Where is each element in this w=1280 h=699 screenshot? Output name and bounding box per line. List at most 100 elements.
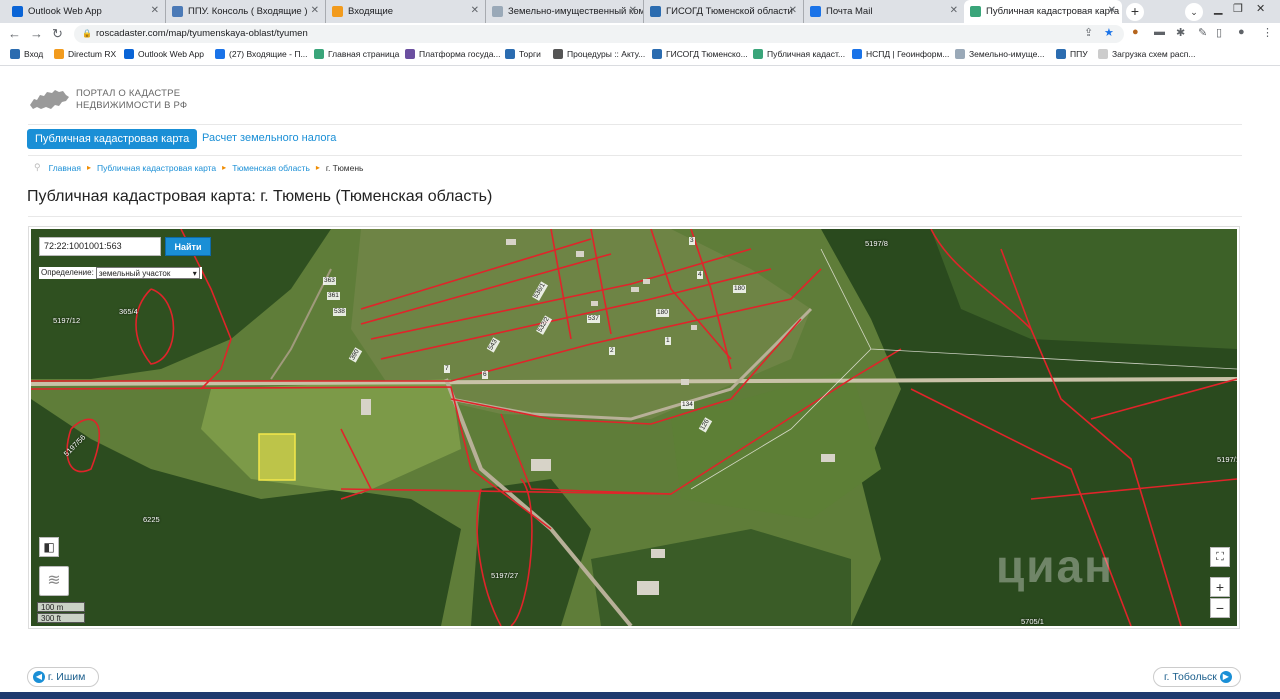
breadcrumb-arrow-icon: ▸ (86, 163, 91, 172)
bookmark[interactable]: ППУ (1056, 49, 1088, 59)
parcel-number[interactable]: 3 (689, 237, 695, 245)
zone-label: 6225 (143, 515, 160, 524)
bookmark-label: Публичная кадаст... (767, 49, 846, 59)
cadastral-map[interactable]: 5197/8 5197/12 365/4 5197/56 6225 5197/2… (31, 229, 1237, 626)
map-container: 5197/8 5197/12 365/4 5197/56 6225 5197/2… (28, 226, 1240, 629)
tab-title: Outlook Web App (28, 6, 102, 17)
minimize-icon[interactable]: ▁ (1214, 2, 1222, 15)
search-button[interactable]: Найти (165, 237, 211, 256)
back-icon[interactable]: ← (8, 25, 21, 43)
star-icon[interactable]: ★ (1104, 26, 1114, 39)
map-frame-button[interactable]: ◧ (39, 537, 59, 557)
restore-icon[interactable]: ❐ (1233, 2, 1243, 15)
layers-button[interactable]: ≋ (39, 566, 69, 596)
close-icon[interactable]: ✕ (629, 5, 637, 16)
definition-select[interactable]: земельный участок (95, 267, 200, 280)
url-text: roscadaster.com/map/tyumenskaya-oblast/t… (96, 28, 308, 39)
tab-land-committee[interactable]: Земельно-имущественный ком ✕ (486, 0, 644, 23)
close-icon[interactable]: ✕ (1108, 5, 1116, 16)
parcel-number[interactable]: 4 (697, 271, 703, 279)
nav-cadastral-map-button[interactable]: Публичная кадастровая карта (27, 129, 198, 149)
bookmark-label: ППУ (1070, 49, 1088, 59)
new-tab-button[interactable]: + (1126, 3, 1144, 21)
extension-icon[interactable]: ● (1132, 26, 1139, 38)
bookmark[interactable]: Outlook Web App (124, 49, 204, 59)
puzzle-icon[interactable]: ✱ (1176, 26, 1185, 39)
close-window-icon[interactable]: ✕ (1256, 2, 1265, 15)
logo-line: НЕДВИЖИМОСТИ В РФ (76, 100, 188, 111)
parcel-number[interactable]: 180 (733, 285, 746, 293)
bookmark-icon (955, 49, 965, 59)
zoom-out-button[interactable]: − (1210, 598, 1230, 618)
parcel-number[interactable]: 180 (656, 309, 669, 317)
location-pin-icon: ⚲ (34, 162, 41, 172)
zoom-in-button[interactable]: + (1210, 577, 1230, 597)
extension-icon-2[interactable]: ▬ (1154, 26, 1165, 38)
parcel-number[interactable]: 361 (327, 292, 340, 300)
bookmark[interactable]: Вход (10, 49, 43, 59)
tab-title: Почта Mail (826, 6, 873, 17)
selected-parcel[interactable] (258, 433, 296, 481)
next-city-link[interactable]: г. Тобольск ▶ (1153, 667, 1241, 687)
bookmark[interactable]: Земельно-имуще... (955, 49, 1044, 59)
menu-icon[interactable]: ⋮ (1262, 26, 1273, 39)
bookmark[interactable]: Публичная кадаст... (753, 49, 845, 59)
parcel-number[interactable]: 134 (681, 401, 694, 409)
tab-outlook[interactable]: Outlook Web App ✕ (6, 0, 166, 23)
zone-label: 5705/1 (1021, 617, 1044, 626)
land-icon (492, 6, 503, 17)
bookmark[interactable]: Directum RX (54, 49, 116, 59)
prev-city-link[interactable]: ◀ г. Ишим (27, 667, 99, 687)
bookmark[interactable]: Торги (505, 49, 541, 59)
divider (28, 155, 1242, 156)
nav-land-tax-link[interactable]: Расчет земельного налога (202, 132, 336, 144)
bookmark-label: Вход (24, 49, 44, 59)
parcel-number[interactable]: 6 (482, 371, 488, 379)
tab-cadastral-map[interactable]: Публичная кадастровая карта ✕ (964, 0, 1122, 23)
bookmark-icon (10, 49, 20, 59)
bookmark[interactable]: Загрузка схем расп... (1098, 49, 1195, 59)
breadcrumb-home[interactable]: Главная (49, 163, 81, 173)
close-icon[interactable]: ✕ (789, 5, 797, 16)
tab-ppu[interactable]: ППУ. Консоль ( Входящие ) ✕ (166, 0, 326, 23)
forward-icon[interactable]: → (30, 25, 43, 43)
fullscreen-icon: ⛶ (1216, 551, 1224, 563)
tab-title: ППУ. Консоль ( Входящие ) (188, 6, 308, 17)
profile-icon[interactable]: ● (1238, 26, 1245, 38)
bookmark-icon (54, 49, 64, 59)
close-icon[interactable]: ✕ (471, 5, 479, 16)
close-icon[interactable]: ✕ (151, 5, 159, 16)
close-icon[interactable]: ✕ (311, 5, 319, 16)
tab-gisogd[interactable]: ГИСОГД Тюменской области ✕ (644, 0, 804, 23)
bookmark-icon (753, 49, 763, 59)
share-icon[interactable]: ⇪ (1084, 26, 1093, 39)
tab-mail[interactable]: Почта Mail ✕ (804, 0, 964, 23)
frame-icon: ◧ (43, 540, 55, 554)
breadcrumb-region[interactable]: Тюменская область (232, 163, 310, 173)
sidepanel-icon[interactable]: ▯ (1216, 26, 1222, 39)
breadcrumb-cadastral-map[interactable]: Публичная кадастровая карта (97, 163, 216, 173)
parcel-number[interactable]: 2 (609, 347, 615, 355)
reload-icon[interactable]: ↻ (52, 25, 63, 43)
parcel-number[interactable]: 363 (323, 277, 336, 285)
bookmark[interactable]: Платформа госуда... (405, 49, 501, 59)
pin-icon[interactable]: ✎ (1198, 26, 1207, 39)
tab-search-icon[interactable]: ⌄ (1185, 3, 1203, 21)
close-icon[interactable]: ✕ (950, 5, 958, 16)
parcel-number[interactable]: 537 (587, 315, 600, 323)
site-logo[interactable]: ПОРТАЛ О КАДАСТРЕ НЕДВИЖИМОСТИ В РФ (28, 87, 187, 113)
bookmark[interactable]: Главная страница (314, 49, 399, 59)
parcel-number[interactable]: 7 (444, 365, 450, 373)
tab-inbox[interactable]: Входящие ✕ (326, 0, 486, 23)
parcel-number[interactable]: 1 (665, 337, 671, 345)
bookmark[interactable]: Процедуры :: Акту... (553, 49, 645, 59)
cadastral-search-input[interactable]: 72:22:1001001:563 (39, 237, 161, 256)
parcel-number[interactable]: 538 (333, 308, 346, 316)
bookmark[interactable]: (27) Входящие - П... (215, 49, 308, 59)
fullscreen-button[interactable]: ⛶ (1210, 547, 1230, 567)
cadastral-icon (970, 6, 981, 17)
address-bar[interactable]: 🔒 roscadaster.com/map/tyumenskaya-oblast… (74, 25, 1124, 43)
bookmark[interactable]: ГИСОГД Тюменско... (652, 49, 748, 59)
bookmark-label: ГИСОГД Тюменско... (666, 49, 748, 59)
bookmark[interactable]: НСПД | Геоинформ... (852, 49, 949, 59)
